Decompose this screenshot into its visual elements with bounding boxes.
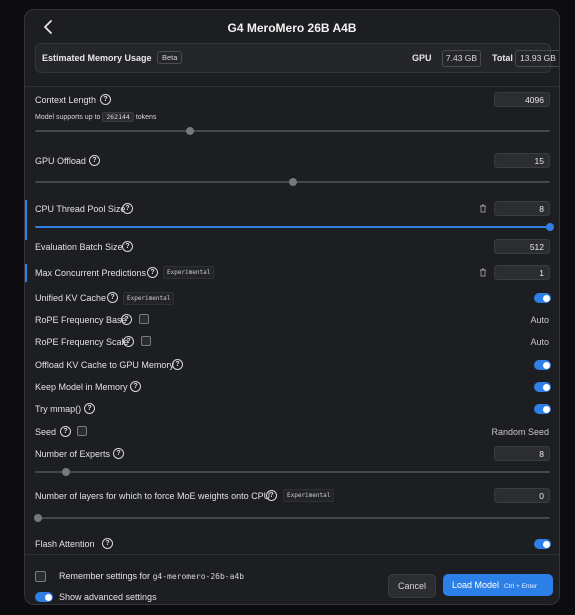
- context-length-label: Context Length: [35, 95, 97, 105]
- unified-kv-cache-label: Unified KV Cache: [35, 293, 107, 303]
- num-experts-label: Number of Experts: [35, 449, 111, 459]
- note-max-tokens: 262144: [102, 112, 134, 122]
- beta-badge: Beta: [157, 51, 183, 64]
- moe-cpu-layers-label: Number of layers for which to force MoE …: [35, 491, 271, 501]
- max-concurrent-input[interactable]: 1: [494, 265, 550, 280]
- memory-usage-panel: Estimated Memory Usage Beta GPU 7.43 GB …: [35, 43, 559, 73]
- help-icon[interactable]: ?: [100, 94, 111, 105]
- trash-icon[interactable]: [479, 204, 487, 213]
- trash-icon[interactable]: [479, 268, 487, 277]
- keyboard-shortcut: Ctrl + Enter: [504, 583, 538, 590]
- experimental-badge: Experimental: [283, 489, 335, 502]
- advanced-settings-toggle[interactable]: [35, 592, 53, 602]
- remember-label-text: Remember settings for: [59, 571, 151, 581]
- seed-label: Seed: [35, 427, 57, 437]
- seed-value: Random Seed: [491, 427, 549, 437]
- gpu-offload-label: GPU Offload: [35, 156, 86, 166]
- help-icon[interactable]: ?: [84, 403, 95, 414]
- help-icon[interactable]: ?: [60, 426, 71, 437]
- help-icon[interactable]: ?: [102, 538, 113, 549]
- context-length-slider[interactable]: [35, 127, 550, 135]
- dialog-title: G4 MeroMero 26B A4B: [227, 21, 357, 35]
- slider-handle[interactable]: [34, 514, 42, 522]
- active-setting-indicator: [25, 264, 27, 282]
- try-mmap-toggle[interactable]: [534, 404, 551, 414]
- remember-settings-label: Remember settings for g4-meromero-26b-a4…: [59, 571, 244, 581]
- remember-settings-checkbox[interactable]: [35, 571, 46, 582]
- note-prefix: Model supports up to: [35, 114, 101, 121]
- load-model-label: Load Model: [452, 580, 500, 590]
- eval-batch-size-label: Evaluation Batch Size: [35, 242, 123, 252]
- moe-cpu-layers-slider[interactable]: [34, 514, 550, 522]
- experimental-badge: Experimental: [123, 292, 175, 305]
- gpu-memory-value: 7.43 GB: [442, 50, 481, 67]
- rope-freq-scale-checkbox[interactable]: [141, 336, 151, 346]
- offload-kv-toggle[interactable]: [534, 360, 551, 370]
- help-icon[interactable]: ?: [121, 314, 132, 325]
- remember-model-id: g4-meromero-26b-a4b: [152, 572, 245, 581]
- offload-kv-label: Offload KV Cache to GPU Memory: [35, 360, 174, 370]
- context-length-input[interactable]: 4096: [494, 92, 550, 107]
- eval-batch-size-input[interactable]: 512: [494, 239, 550, 254]
- total-memory-value: 13.93 GB: [515, 50, 559, 67]
- help-icon[interactable]: ?: [89, 155, 100, 166]
- flash-attention-label: Flash Attention: [35, 539, 95, 549]
- unified-kv-cache-toggle[interactable]: [534, 293, 551, 303]
- gpu-memory-label: GPU: [412, 53, 432, 63]
- rope-freq-base-label: RoPE Frequency Base: [35, 315, 127, 325]
- dialog-footer: Remember settings for g4-meromero-26b-a4…: [25, 554, 559, 604]
- gpu-offload-input[interactable]: 15: [494, 153, 550, 168]
- help-icon[interactable]: ?: [122, 241, 133, 252]
- flash-attention-toggle[interactable]: [534, 539, 551, 549]
- load-model-button[interactable]: Load Model Ctrl + Enter: [443, 574, 553, 596]
- slider-handle[interactable]: [185, 127, 194, 135]
- experimental-badge: Experimental: [163, 266, 215, 279]
- max-concurrent-label: Max Concurrent Predictions: [35, 268, 147, 278]
- help-icon[interactable]: ?: [113, 448, 124, 459]
- divider: [25, 86, 559, 87]
- slider-handle[interactable]: [288, 178, 297, 186]
- rope-freq-base-value: Auto: [530, 315, 549, 325]
- help-icon[interactable]: ?: [122, 203, 133, 214]
- cancel-button[interactable]: Cancel: [388, 574, 436, 598]
- advanced-settings-label: Show advanced settings: [59, 592, 157, 602]
- dialog-header: G4 MeroMero 26B A4B: [25, 10, 559, 46]
- help-icon[interactable]: ?: [107, 292, 118, 303]
- keep-in-memory-toggle[interactable]: [534, 382, 551, 392]
- help-icon[interactable]: ?: [266, 490, 277, 501]
- help-icon[interactable]: ?: [123, 336, 134, 347]
- keep-in-memory-label: Keep Model in Memory: [35, 382, 128, 392]
- slider-handle[interactable]: [546, 223, 554, 231]
- num-experts-input[interactable]: 8: [494, 446, 550, 461]
- slider-handle[interactable]: [61, 468, 70, 476]
- num-experts-slider[interactable]: [35, 468, 550, 476]
- gpu-offload-slider[interactable]: [35, 178, 550, 186]
- help-icon[interactable]: ?: [147, 267, 158, 278]
- help-icon[interactable]: ?: [130, 381, 141, 392]
- rope-freq-base-checkbox[interactable]: [139, 314, 149, 324]
- context-length-note: Model supports up to 262144 tokens: [35, 112, 156, 122]
- help-icon[interactable]: ?: [172, 359, 183, 370]
- cpu-thread-pool-input[interactable]: 8: [494, 201, 550, 216]
- active-setting-indicator: [25, 200, 27, 240]
- try-mmap-label: Try mmap(): [35, 404, 82, 414]
- cpu-thread-pool-label: CPU Thread Pool Size: [35, 204, 126, 214]
- load-model-dialog: G4 MeroMero 26B A4B Estimated Memory Usa…: [24, 9, 560, 605]
- cpu-thread-pool-slider[interactable]: [35, 223, 554, 231]
- note-suffix: tokens: [135, 114, 157, 121]
- seed-checkbox[interactable]: [77, 426, 87, 436]
- moe-cpu-layers-input[interactable]: 0: [494, 488, 550, 503]
- total-memory-label: Total: [492, 53, 513, 63]
- rope-freq-scale-value: Auto: [530, 337, 549, 347]
- rope-freq-scale-label: RoPE Frequency Scale: [35, 337, 129, 347]
- memory-usage-label: Estimated Memory Usage: [42, 53, 152, 63]
- slider-fill: [35, 226, 550, 228]
